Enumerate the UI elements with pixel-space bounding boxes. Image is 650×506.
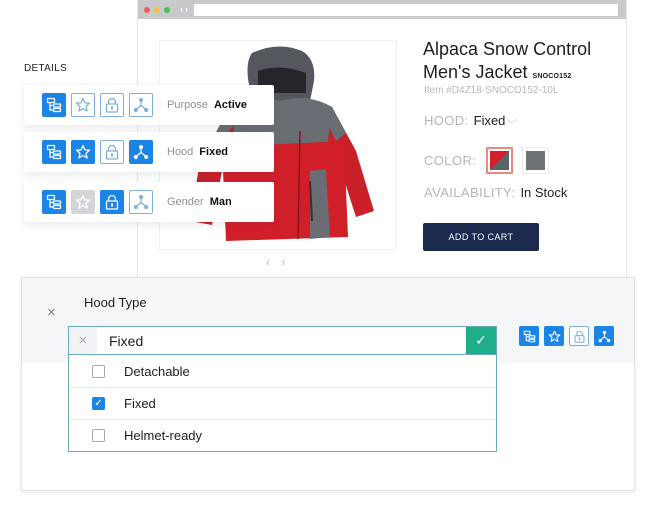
add-to-cart-button[interactable]: ADD TO CART	[423, 223, 539, 251]
checkbox[interactable]	[92, 429, 105, 442]
availability-value: In Stock	[520, 185, 568, 200]
hood-type-select[interactable]: × Fixed ✓	[68, 326, 497, 355]
select-value[interactable]: Fixed	[97, 327, 466, 354]
confirm-check-icon[interactable]: ✓	[466, 327, 496, 354]
gallery-nav[interactable]: ‹ ›	[266, 255, 289, 269]
option-helmet-ready[interactable]: Helmet-ready	[69, 419, 496, 451]
detail-label: Hood	[167, 146, 194, 158]
color-selector: COLOR:	[424, 147, 550, 174]
attribute-icon-group	[42, 93, 153, 117]
star-icon[interactable]	[71, 190, 95, 214]
availability-label: AVAILABILITY:	[424, 185, 516, 200]
star-icon[interactable]	[71, 140, 95, 164]
detail-card-gender[interactable]: Gender Man	[24, 182, 274, 222]
product-title: Alpaca Snow Control Men's Jacket SNOCO15…	[423, 38, 623, 88]
checkbox[interactable]: ✓	[92, 397, 105, 410]
clear-icon[interactable]: ×	[69, 327, 97, 354]
option-detachable[interactable]: Detachable	[69, 355, 496, 387]
lock-icon[interactable]	[100, 190, 124, 214]
window-close-button[interactable]	[144, 6, 150, 13]
attribute-icon-group	[519, 326, 614, 346]
hood-label: HOOD:	[424, 113, 469, 128]
attribute-icon-group	[42, 190, 153, 214]
star-icon[interactable]	[544, 326, 564, 346]
detail-card-hood[interactable]: Hood Fixed	[24, 132, 274, 172]
option-label: Helmet-ready	[124, 428, 203, 443]
hierarchy-icon[interactable]	[42, 190, 66, 214]
option-label: Fixed	[124, 396, 156, 411]
chevron-down-icon[interactable]: ⌵	[507, 115, 518, 126]
editor-title: Hood Type	[84, 295, 147, 310]
product-sku: SNOCO152	[532, 73, 572, 80]
detail-value: Man	[209, 196, 232, 208]
availability: AVAILABILITY: In Stock	[424, 185, 567, 200]
browser-titlebar: ‹ ›	[138, 0, 626, 19]
hierarchy-icon[interactable]	[519, 326, 539, 346]
hierarchy-icon[interactable]	[42, 93, 66, 117]
color-swatch-red-grey[interactable]	[486, 147, 514, 174]
hood-value[interactable]: Fixed	[474, 113, 506, 128]
detail-label: Gender	[167, 196, 204, 208]
lock-icon[interactable]	[100, 93, 124, 117]
window-minimize-button[interactable]	[154, 6, 160, 13]
hierarchy-icon[interactable]	[42, 140, 66, 164]
hood-selector[interactable]: HOOD: Fixed ⌵	[424, 113, 518, 128]
detail-value: Fixed	[199, 146, 229, 158]
back-arrow-icon[interactable]: ‹	[180, 5, 183, 14]
star-icon[interactable]	[71, 93, 95, 117]
options-list: Detachable ✓ Fixed Helmet-ready	[68, 355, 497, 452]
lock-icon[interactable]	[100, 140, 124, 164]
network-icon[interactable]	[594, 326, 614, 346]
detail-card-purpose[interactable]: Purpose Active	[24, 85, 274, 125]
attribute-icon-group	[42, 140, 153, 164]
attribute-editor-panel: × Hood Type × Fixed ✓ Detachable ✓ Fixed…	[21, 277, 635, 491]
checkbox[interactable]	[92, 364, 105, 378]
option-fixed[interactable]: ✓ Fixed	[69, 387, 496, 419]
window-maximize-button[interactable]	[164, 6, 170, 13]
detail-value: Active	[213, 99, 248, 111]
close-icon[interactable]: ×	[47, 304, 56, 321]
forward-arrow-icon[interactable]: ›	[185, 5, 188, 14]
color-label: COLOR:	[424, 153, 477, 168]
lock-icon[interactable]	[569, 326, 589, 346]
option-label: Detachable	[124, 363, 190, 379]
address-bar[interactable]	[194, 3, 618, 16]
item-number: Item #D4Z18-SNOCO152-10L	[424, 85, 559, 96]
network-icon[interactable]	[129, 190, 153, 214]
network-icon[interactable]	[129, 93, 153, 117]
network-icon[interactable]	[129, 140, 153, 164]
detail-label: Purpose	[167, 99, 208, 111]
color-swatch-grey[interactable]	[522, 147, 550, 174]
details-heading: DETAILS	[24, 63, 68, 74]
